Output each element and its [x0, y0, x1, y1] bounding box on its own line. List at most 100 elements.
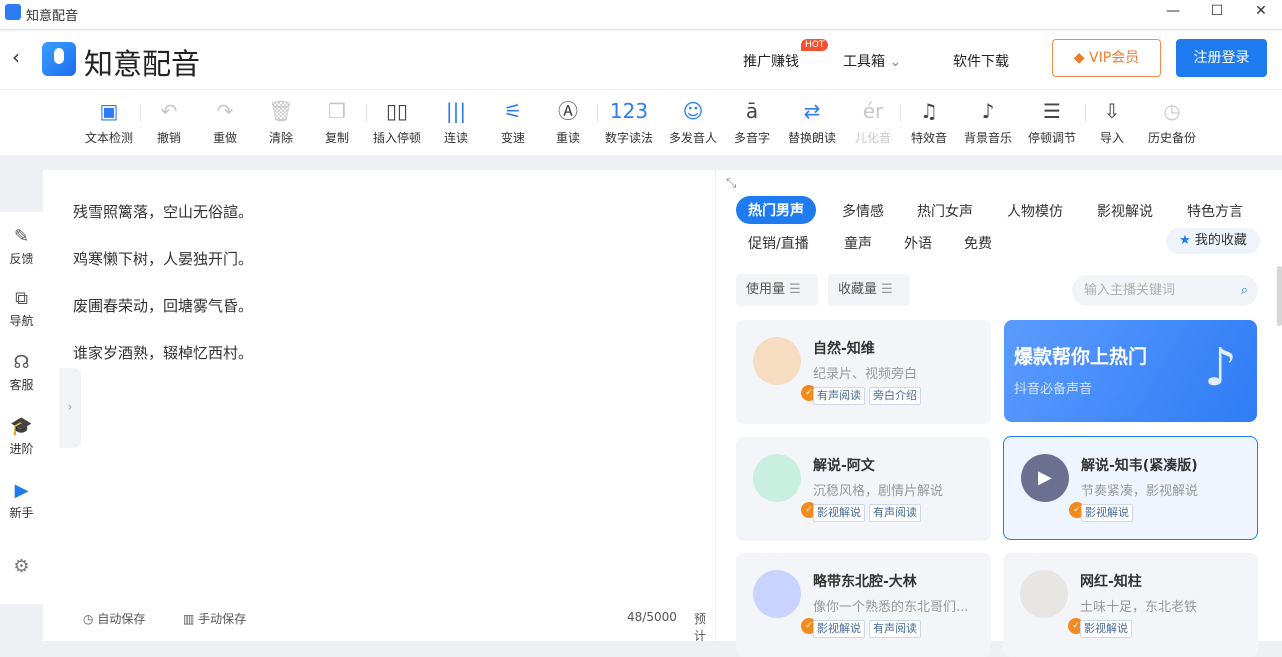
- voice-avatar: ✓: [1020, 570, 1084, 634]
- download-link[interactable]: 软件下载: [953, 51, 1009, 71]
- toolbar-music-note-button[interactable]: ♫ 特效音: [899, 98, 959, 146]
- toolbar-text-check-button[interactable]: ▣ 文本检测: [79, 98, 139, 146]
- toolbar-copy-button[interactable]: ❐ 复制: [307, 98, 367, 146]
- voice-panel: ⤡ 热门男声 多情感 热门女声 人物模仿 影视解说 特色方言 促销/直播 童声 外语 免费 ★ 我…: [716, 170, 1282, 657]
- tab-3[interactable]: 人物模仿: [1007, 201, 1063, 221]
- toolbar-speed-button[interactable]: ⚟ 变速: [483, 98, 543, 146]
- sort-by-favorites[interactable]: 收藏量 ☰: [828, 274, 910, 306]
- collapse-arrows-icon[interactable]: ⤡: [726, 176, 736, 191]
- star-icon: ★: [1179, 233, 1191, 248]
- sidebar-icon: 🎓: [10, 416, 33, 437]
- search-icon: ⌕: [1240, 283, 1248, 298]
- tab-2[interactable]: 热门女声: [917, 201, 973, 221]
- erhua-icon: ér: [862, 99, 884, 123]
- promote-link[interactable]: 推广赚钱: [743, 51, 799, 71]
- toolbar: ▣ 文本检测 ↶ 撤销 ↷ 重做 🗑 清除 ❐ 复制 ▯▯ 插入停顿 ||| 连读 ⚟ 变速 Ⓐ 重读 123 数字读…: [0, 89, 1282, 155]
- scrollbar[interactable]: [1277, 266, 1282, 326]
- toolbar-pause-adjust-button[interactable]: ☰ 停顿调节: [1022, 98, 1082, 146]
- voice-card[interactable]: ✓ 自然-知维 纪录片、视频旁白 有声阅读 旁白介绍: [736, 320, 991, 424]
- minimize-button[interactable]: —: [1158, 3, 1188, 25]
- sidebar-item-0[interactable]: ✎ 反馈: [0, 226, 43, 267]
- tab-row2-0[interactable]: 促销/直播: [748, 233, 809, 253]
- toolbar-label: 多发音人: [668, 131, 717, 145]
- settings-icon[interactable]: ⚙: [0, 556, 43, 577]
- diamond-icon: ◆: [1073, 50, 1085, 66]
- tab-4[interactable]: 影视解说: [1097, 201, 1153, 221]
- speed-icon: ⚟: [504, 99, 522, 123]
- toolbar-label: 文本检测: [84, 131, 133, 145]
- voice-desc: 节奏紧凑，影视解说: [1081, 484, 1199, 499]
- voice-search-input[interactable]: 输入主播关键词 ⌕: [1072, 275, 1258, 306]
- toolbar-stress-button[interactable]: Ⓐ 重读: [538, 98, 598, 146]
- toolbar-pause-insert-button[interactable]: ▯▯ 插入停顿: [367, 98, 427, 146]
- voice-tag: 影视解说: [813, 504, 865, 522]
- voice-tags: 影视解说 有声阅读: [813, 620, 921, 638]
- toolbar-link-read-button[interactable]: ||| 连读: [426, 98, 486, 146]
- toolbar-polyphone-button[interactable]: ā 多音字: [722, 98, 782, 146]
- tiktok-logo-icon: ♪: [1203, 338, 1237, 398]
- voice-card[interactable]: ✓ 网红-知柱 土味十足，东北老铁 影视解说: [1003, 553, 1258, 657]
- toolbar-divider: [900, 104, 901, 122]
- play-icon[interactable]: ▶: [1038, 467, 1052, 488]
- my-favorites-button[interactable]: ★ 我的收藏: [1166, 228, 1260, 254]
- toolbar-label: 连读: [443, 131, 468, 145]
- vip-button[interactable]: ◆ VIP会员: [1052, 39, 1161, 77]
- toolbox-menu[interactable]: 工具箱 ⌄: [843, 51, 901, 71]
- toolbar-history-button[interactable]: ◷ 历史备份: [1142, 98, 1202, 146]
- expand-handle[interactable]: ›: [59, 368, 81, 448]
- voice-card[interactable]: ✓ 解说-阿文 沉稳风格，剧情片解说 影视解说 有声阅读: [736, 437, 991, 541]
- auto-save-toggle[interactable]: ◷ 自动保存: [83, 610, 145, 627]
- sidebar-item-3[interactable]: 🎓 进阶: [0, 416, 43, 457]
- manual-save-button[interactable]: ▥ 手动保存: [183, 610, 246, 627]
- voice-desc: 纪录片、视频旁白: [813, 367, 918, 382]
- toolbar-bgm-button[interactable]: ♪ 背景音乐: [958, 98, 1018, 146]
- toolbar-trash-button[interactable]: 🗑 清除: [251, 98, 311, 146]
- chevron-down-icon: ⌄: [889, 54, 902, 70]
- toolbar-divider: [597, 104, 598, 122]
- toolbar-import-button[interactable]: ⇩ 导入: [1082, 98, 1142, 146]
- toolbar-replace-button[interactable]: ⇄ 替换朗读: [782, 98, 842, 146]
- login-button[interactable]: 注册登录: [1176, 39, 1267, 77]
- toolbar-redo-button[interactable]: ↷ 重做: [195, 98, 255, 146]
- voice-name: 解说-阿文: [813, 458, 875, 474]
- text-check-icon: ▣: [99, 99, 119, 123]
- toolbar-label: 复制: [324, 131, 349, 145]
- char-count: 48/5000: [627, 610, 677, 624]
- sidebar-item-4[interactable]: ▶ 新手: [0, 480, 43, 521]
- toolbar-number-button[interactable]: 123 数字读法: [599, 98, 659, 146]
- tab-row2-3[interactable]: 免费: [964, 233, 992, 253]
- window-title: 知意配音: [26, 9, 79, 24]
- sidebar-item-1[interactable]: ⧉ 导航: [0, 288, 43, 329]
- title-bar: 知意配音 — ☐ ✕: [0, 0, 1282, 30]
- sidebar-label: 客服: [9, 378, 34, 392]
- voice-desc: 土味十足，东北老铁: [1080, 600, 1198, 615]
- sidebar-item-2[interactable]: ☊ 客服: [0, 352, 43, 393]
- sidebar-icon: ⧉: [15, 288, 28, 309]
- tab-5[interactable]: 特色方言: [1187, 201, 1243, 221]
- toolbar-multi-speaker-button[interactable]: ☺ 多发音人: [663, 98, 723, 146]
- tab-0[interactable]: 热门男声: [736, 196, 816, 224]
- toolbar-label: 重做: [212, 131, 237, 145]
- auto-save-label: 自动保存: [97, 612, 146, 626]
- voice-card[interactable]: ✓ 略带东北腔-大林 像你一个熟悉的东北哥们... 影视解说 有声阅读: [736, 553, 991, 657]
- back-icon[interactable]: ‹: [12, 45, 20, 69]
- estimate-label: 预计: [694, 612, 707, 643]
- toolbar-label: 替换朗读: [787, 131, 836, 145]
- copy-icon: ❐: [328, 99, 346, 123]
- toolbar-label: 变速: [500, 131, 525, 145]
- toolbar-label: 特效音: [910, 131, 947, 145]
- maximize-button[interactable]: ☐: [1202, 3, 1232, 25]
- tab-1[interactable]: 多情感: [842, 201, 884, 221]
- sort-by-usage[interactable]: 使用量 ☰: [736, 274, 818, 306]
- voice-avatar: ✓: [753, 454, 817, 518]
- tab-row2-1[interactable]: 童声: [844, 233, 872, 253]
- promo-banner[interactable]: 爆款帮你上热门 抖音必备声音 ♪: [1004, 320, 1257, 422]
- text-editor[interactable]: 残雪照篱落，空山无俗諠。 鸡寒懒下树，人晏独开门。 废圃春荣动，回塘雾气昏。 谁…: [43, 170, 715, 643]
- toolbar-erhua-button[interactable]: ér 儿化音: [843, 98, 903, 146]
- toolbar-undo-button[interactable]: ↶ 撤销: [139, 98, 199, 146]
- toolbar-label: 撤销: [156, 131, 181, 145]
- tab-row2-2[interactable]: 外语: [904, 233, 932, 253]
- voice-card[interactable]: ▶ ✓ 解说-知韦(紧凑版) 节奏紧凑，影视解说 影视解说: [1003, 436, 1258, 540]
- voice-tags: 影视解说 有声阅读: [813, 504, 921, 522]
- close-button[interactable]: ✕: [1246, 3, 1276, 25]
